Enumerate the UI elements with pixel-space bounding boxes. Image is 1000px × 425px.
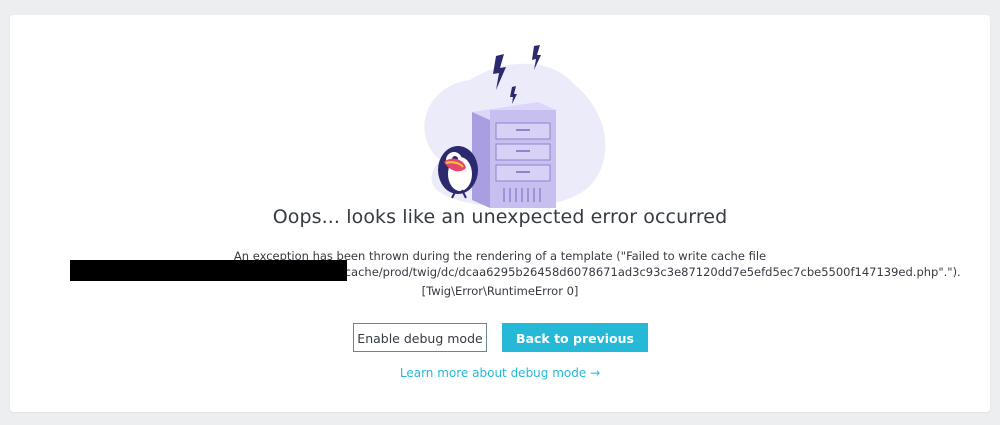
back-to-previous-page-button[interactable]: Back to previous page [502,323,648,375]
error-card: Oops... looks like an unexpected error o… [10,15,990,412]
server-rack-icon [472,102,556,208]
error-message-path: var/cache/prod/twig/dc/dcaa6295b26458d60… [322,265,961,279]
error-illustration [424,45,606,208]
error-message-line3: [Twig\Error\RuntimeError 0] [421,284,579,298]
error-title: Oops... looks like an unexpected error o… [272,206,728,228]
redaction-block [70,260,347,281]
enable-debug-button[interactable]: Enable debug mode [353,323,487,352]
learn-more-debug-link[interactable]: Learn more about debug mode → [400,366,600,380]
learn-more-link-row: Learn more about debug mode → [10,366,990,380]
